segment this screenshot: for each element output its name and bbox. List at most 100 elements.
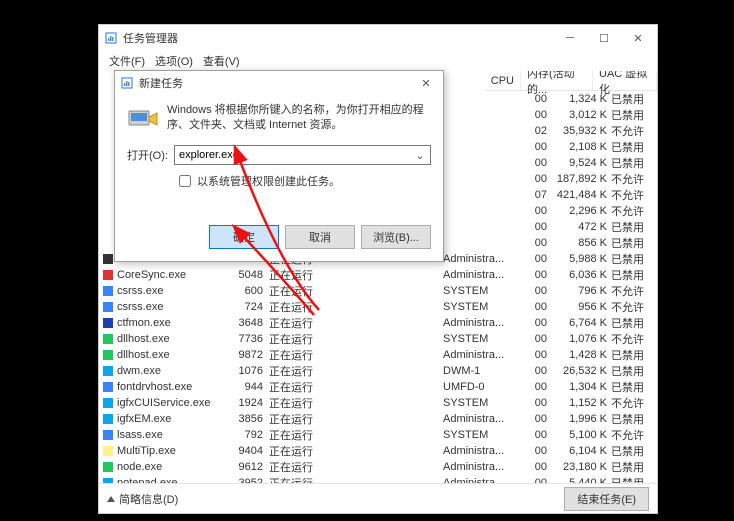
cell-memory: 796 K (553, 285, 611, 297)
dialog-titlebar: 新建任务 ✕ (115, 71, 443, 95)
table-row[interactable]: csrss.exe600正在运行SYSTEM00796 K不允许 (99, 283, 657, 299)
cell-cpu: 02 (517, 125, 553, 137)
cell-pid: 1076 (227, 365, 269, 377)
cell-pid: 3856 (227, 413, 269, 425)
cell-uac: 已禁用 (611, 459, 657, 475)
cell-name: dwm.exe (115, 365, 227, 377)
cell-name: CoreSync.exe (115, 269, 227, 281)
table-row[interactable]: igfxCUIService.exe1924正在运行SYSTEM001,152 … (99, 395, 657, 411)
cell-uac: 已禁用 (611, 251, 657, 267)
cell-memory: 26,532 K (553, 365, 611, 377)
process-icon (101, 429, 115, 441)
cell-uac: 已禁用 (611, 235, 657, 251)
ok-button[interactable]: 确定 (209, 225, 279, 249)
cell-uac: 已禁用 (611, 379, 657, 395)
dialog-close-button[interactable]: ✕ (411, 71, 441, 95)
cell-cpu: 00 (517, 157, 553, 169)
table-row[interactable]: dllhost.exe7736正在运行SYSTEM001,076 K不允许 (99, 331, 657, 347)
cell-memory: 6,104 K (553, 445, 611, 457)
cell-uac: 不允许 (611, 427, 657, 443)
cell-cpu: 00 (517, 397, 553, 409)
menu-options[interactable]: 选项(O) (151, 53, 197, 69)
cell-name: notepad.exe (115, 477, 227, 483)
cell-uac: 不允许 (611, 203, 657, 219)
cell-pid: 9404 (227, 445, 269, 457)
end-task-button[interactable]: 结束任务(E) (564, 487, 649, 511)
footer: 简略信息(D) 结束任务(E) (99, 483, 657, 513)
process-icon (101, 253, 115, 265)
admin-label: 以系统管理权限创建此任务。 (197, 173, 340, 189)
process-icon (101, 445, 115, 457)
cell-name: fontdrvhost.exe (115, 381, 227, 393)
table-row[interactable]: dllhost.exe9872正在运行Administra...001,428 … (99, 347, 657, 363)
cell-uac: 已禁用 (611, 267, 657, 283)
cell-memory: 421,484 K (553, 189, 611, 201)
open-combobox[interactable]: ⌄ (174, 145, 431, 165)
table-row[interactable]: csrss.exe724正在运行SYSTEM00956 K不允许 (99, 299, 657, 315)
table-row[interactable]: MultiTip.exe9404正在运行Administra...006,104… (99, 443, 657, 459)
admin-checkbox[interactable] (179, 175, 191, 187)
detail-toggle[interactable]: 简略信息(D) (107, 491, 178, 507)
cell-user: SYSTEM (443, 397, 517, 409)
cell-cpu: 00 (517, 333, 553, 345)
table-row[interactable]: igfxEM.exe3856正在运行Administra...001,996 K… (99, 411, 657, 427)
process-icon (101, 365, 115, 377)
cell-user: SYSTEM (443, 333, 517, 345)
table-row[interactable]: node.exe9612正在运行Administra...0023,180 K已… (99, 459, 657, 475)
cancel-button[interactable]: 取消 (285, 225, 355, 249)
cell-user: SYSTEM (443, 429, 517, 441)
cell-name: igfxEM.exe (115, 413, 227, 425)
process-icon (101, 333, 115, 345)
cell-uac: 已禁用 (611, 475, 657, 483)
cell-user: UMFD-0 (443, 381, 517, 393)
cell-user: Administra... (443, 445, 517, 457)
cell-status: 正在运行 (269, 283, 331, 299)
cell-uac: 不允许 (611, 395, 657, 411)
table-row[interactable]: dwm.exe1076正在运行DWM-10026,532 K已禁用 (99, 363, 657, 379)
cell-memory: 472 K (553, 221, 611, 233)
cell-uac: 已禁用 (611, 219, 657, 235)
close-button[interactable]: ✕ (621, 25, 655, 51)
maximize-button[interactable]: ☐ (587, 25, 621, 51)
menubar: 文件(F) 选项(O) 查看(V) (99, 51, 657, 71)
cell-uac: 已禁用 (611, 443, 657, 459)
table-row[interactable]: ctfmon.exe3648正在运行Administra...006,764 K… (99, 315, 657, 331)
open-input[interactable] (179, 149, 414, 161)
cell-cpu: 00 (517, 381, 553, 393)
open-label: 打开(O): (127, 147, 168, 163)
cell-uac: 已禁用 (611, 315, 657, 331)
cell-memory: 1,996 K (553, 413, 611, 425)
col-cpu[interactable]: CPU (485, 71, 521, 90)
table-row[interactable]: fontdrvhost.exe944正在运行UMFD-0001,304 K已禁用 (99, 379, 657, 395)
cell-name: csrss.exe (115, 285, 227, 297)
window-title: 任务管理器 (123, 30, 553, 46)
cell-uac: 不允许 (611, 171, 657, 187)
table-row[interactable]: lsass.exe792正在运行SYSTEM005,100 K不允许 (99, 427, 657, 443)
cell-user: Administra... (443, 317, 517, 329)
cell-memory: 1,152 K (553, 397, 611, 409)
cell-status: 正在运行 (269, 379, 331, 395)
menu-file[interactable]: 文件(F) (105, 53, 149, 69)
col-memory[interactable]: 内存(活动的... (521, 71, 593, 90)
cell-uac: 已禁用 (611, 363, 657, 379)
cell-user: Administra... (443, 477, 517, 483)
cell-uac: 已禁用 (611, 411, 657, 427)
cell-name: igfxCUIService.exe (115, 397, 227, 409)
browse-button[interactable]: 浏览(B)... (361, 225, 431, 249)
process-icon (101, 397, 115, 409)
table-row[interactable]: notepad.exe3952正在运行Administra...005,440 … (99, 475, 657, 483)
dialog-buttons: 确定 取消 浏览(B)... (115, 217, 443, 261)
cell-memory: 6,036 K (553, 269, 611, 281)
dialog-body: Windows 将根据你所键入的名称，为你打开相应的程序、文件夹、文档或 Int… (115, 95, 443, 217)
cell-cpu: 00 (517, 109, 553, 121)
cell-uac: 已禁用 (611, 155, 657, 171)
cell-memory: 187,892 K (553, 173, 611, 185)
col-uac[interactable]: UAC 虚拟化 (593, 71, 657, 90)
cell-status: 正在运行 (269, 411, 331, 427)
minimize-button[interactable]: ─ (553, 25, 587, 51)
cell-memory: 1,428 K (553, 349, 611, 361)
cell-memory: 856 K (553, 237, 611, 249)
chevron-down-icon[interactable]: ⌄ (414, 149, 426, 162)
menu-view[interactable]: 查看(V) (199, 53, 244, 69)
table-row[interactable]: CoreSync.exe5048正在运行Administra...006,036… (99, 267, 657, 283)
